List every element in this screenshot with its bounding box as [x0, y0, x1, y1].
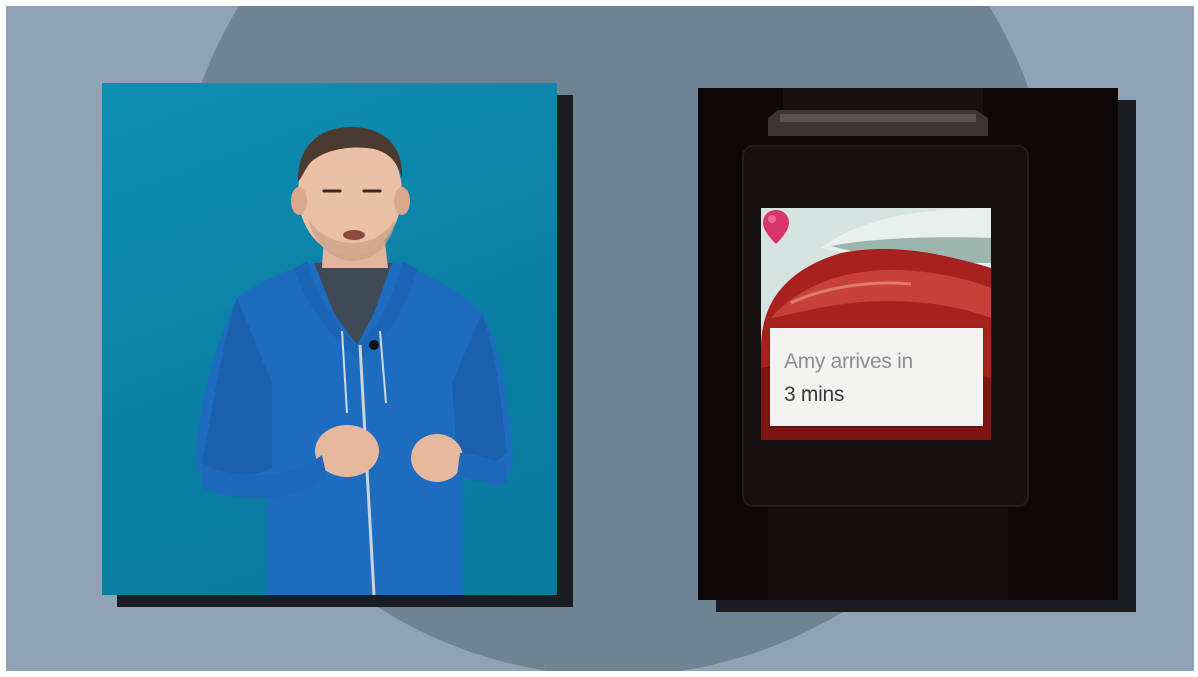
notification-title: Amy arrives in — [784, 350, 913, 373]
watch-screen: Amy arrives in 3 mins — [761, 208, 991, 440]
presenter-illustration — [196, 127, 513, 595]
watch-panel: Amy arrives in 3 mins — [698, 88, 1118, 600]
map-pin-icon — [763, 210, 789, 244]
notification-detail: 3 mins — [784, 383, 845, 406]
presenter-panel — [102, 83, 557, 595]
right-hand — [411, 434, 463, 482]
keynote-frame: Amy arrives in 3 mins — [6, 6, 1194, 671]
notification-card[interactable]: Amy arrives in 3 mins — [770, 328, 983, 426]
lapel-mic — [369, 340, 379, 350]
